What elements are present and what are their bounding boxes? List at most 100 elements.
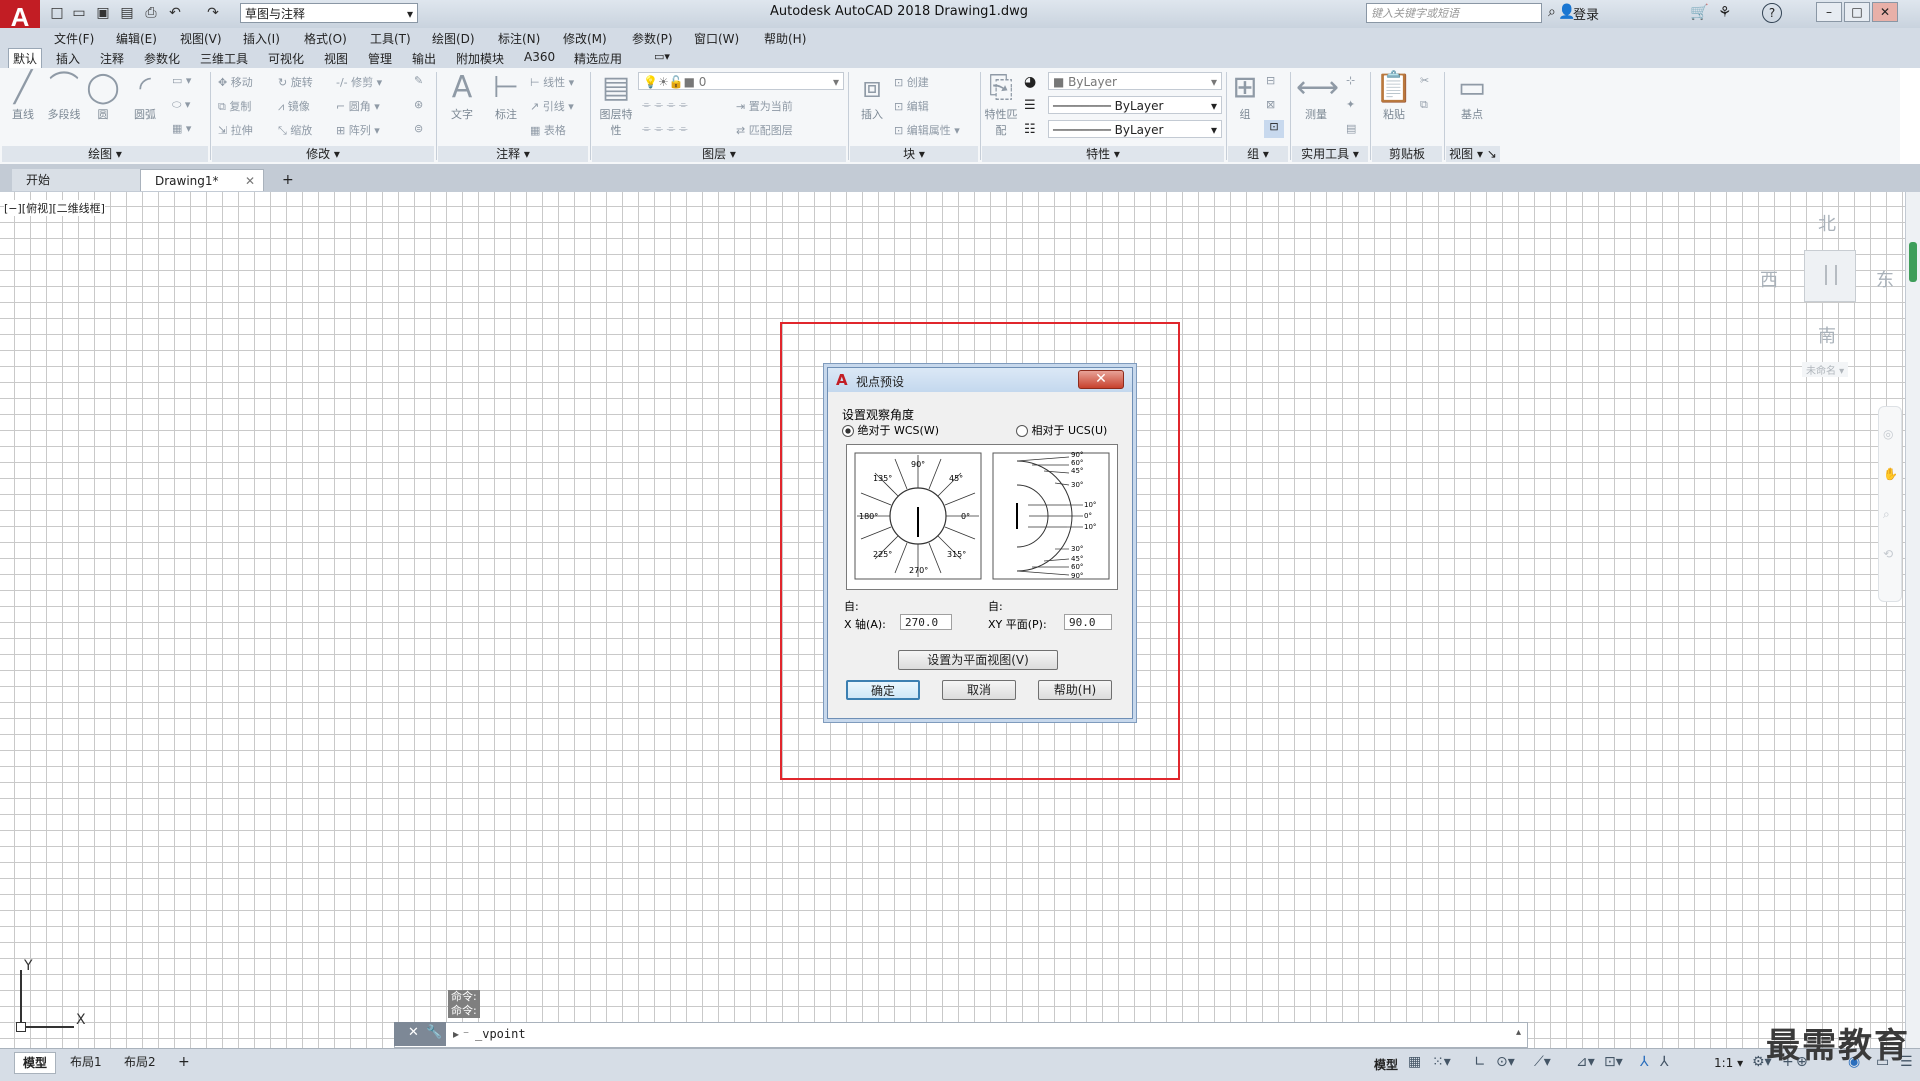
tab-output[interactable]: 输出 — [408, 50, 440, 67]
tab-drawing1[interactable]: Drawing1* ✕ — [140, 169, 264, 191]
ungroup-icon[interactable]: ⊟ — [1266, 74, 1275, 87]
steering-wheel-icon[interactable]: ◎ — [1883, 427, 1893, 441]
lineweight-dropdown[interactable]: ──────── ByLayer ▾ — [1048, 120, 1222, 138]
tab-model[interactable]: 模型 — [14, 1052, 57, 1074]
model-space-button[interactable]: 模型 — [1374, 1056, 1398, 1073]
layer-dropdown[interactable]: 💡☀🔓■ 0 ▾ — [638, 72, 844, 90]
new-file-icon[interactable]: □ — [48, 4, 66, 22]
annotation-visibility-icon[interactable]: ⅄ — [1640, 1054, 1649, 1070]
view-angle-picker[interactable]: 90° 45° 0° 315° 270° 225° 180° 135° 90° … — [846, 444, 1118, 590]
orbit-icon[interactable]: ⟲ — [1883, 547, 1893, 561]
tab-visualize[interactable]: 可视化 — [264, 50, 308, 67]
maximize-icon[interactable]: □ — [1844, 2, 1870, 22]
tab-featured-apps[interactable]: 精选应用 — [570, 50, 626, 67]
viewcube-south[interactable]: 南 — [1818, 322, 1836, 348]
paste-button[interactable]: 📋 粘贴 — [1374, 70, 1414, 122]
calculator-icon[interactable]: ▤ — [1346, 122, 1356, 135]
dialog-title-bar[interactable]: A 视点预设 ✕ — [828, 368, 1132, 392]
radio-relative-ucs[interactable]: 相对于 UCS(U) — [1016, 422, 1107, 438]
minimize-icon[interactable]: – — [1816, 2, 1842, 22]
clipboard-panel-label[interactable]: 剪贴板 — [1372, 146, 1442, 162]
group-button[interactable]: ⊞ 组 — [1230, 70, 1260, 122]
set-current-button[interactable]: ⇥ 置为当前 — [736, 98, 793, 114]
copy-button[interactable]: ⧉ 复制 — [218, 98, 251, 114]
lineweight-icon[interactable]: ☰ — [1024, 98, 1036, 113]
tab-layout1[interactable]: 布局1 — [62, 1052, 110, 1072]
tab-layout2[interactable]: 布局2 — [116, 1052, 164, 1072]
menu-tools[interactable]: 工具(T) — [370, 30, 411, 47]
cancel-button[interactable]: 取消 — [942, 680, 1016, 700]
tab-parametric[interactable]: 参数化 — [140, 50, 184, 67]
menu-parametric[interactable]: 参数(P) — [632, 30, 673, 47]
measure-button[interactable]: ⟷ 测量 — [1296, 70, 1339, 122]
grid-icon[interactable]: ▦ — [1408, 1054, 1421, 1070]
linear-dim-button[interactable]: ⊢ 线性 ▾ — [530, 74, 574, 90]
polar-icon[interactable]: ⊙▾ — [1496, 1054, 1515, 1070]
command-input[interactable]: _vpoint — [475, 1027, 526, 1041]
point-icon[interactable]: ✦ — [1346, 98, 1355, 111]
auto-scale-icon[interactable]: ⅄ — [1660, 1054, 1669, 1070]
create-block-button[interactable]: ⊡ 创建 — [894, 74, 929, 90]
menu-view[interactable]: 视图(V) — [180, 30, 222, 47]
match-properties-button[interactable]: ⎘ 特性匹配 — [984, 70, 1018, 138]
annotation-scale[interactable]: 1:1 ▾ — [1714, 1056, 1743, 1070]
radio-absolute-wcs[interactable]: 绝对于 WCS(W) — [842, 422, 939, 438]
tab-addins[interactable]: 附加模块 — [452, 50, 508, 67]
close-command-icon[interactable]: ✕ — [408, 1025, 419, 1040]
a360-icon[interactable]: ⚘ — [1718, 3, 1731, 21]
save-as-icon[interactable]: ▤ — [118, 4, 136, 22]
explode-icon[interactable]: ⊛ — [414, 98, 423, 111]
linetype-icon[interactable]: ☷ — [1024, 122, 1036, 137]
color-dropdown[interactable]: ■ ByLayer ▾ — [1048, 72, 1222, 90]
edit-block-button[interactable]: ⊡ 编辑 — [894, 98, 929, 114]
copy-clip-icon[interactable]: ⧉ — [1420, 98, 1428, 112]
x-axis-input[interactable]: 270.0 — [900, 614, 952, 630]
group-select-icon[interactable]: ⊡ — [1264, 120, 1284, 138]
tab-view[interactable]: 视图 — [320, 50, 352, 67]
viewport-controls[interactable]: [−][俯视][二维线框] — [4, 200, 105, 216]
menu-insert[interactable]: 插入(I) — [243, 30, 280, 47]
menu-dimension[interactable]: 标注(N) — [498, 30, 540, 47]
tab-3d-tools[interactable]: 三维工具 — [196, 50, 252, 67]
region-icon[interactable]: ▦ ▾ — [172, 122, 191, 135]
view-panel-label[interactable]: 视图 ▾ ↘ — [1446, 146, 1500, 162]
arc-button[interactable]: ◜ 圆弧 — [126, 70, 164, 122]
scale-button[interactable]: ⤡ 缩放 — [278, 122, 312, 138]
color-wheel-icon[interactable]: ◕ — [1024, 74, 1036, 90]
command-line[interactable]: ▸ ⁻ _vpoint ▴ — [394, 1022, 1528, 1048]
insert-block-button[interactable]: ⧈ 插入 — [852, 70, 892, 122]
snap-tracking-icon[interactable]: ⊡▾ — [1604, 1054, 1623, 1070]
rotate-button[interactable]: ↻ 旋转 — [278, 74, 313, 90]
move-button[interactable]: ✥ 移动 — [218, 74, 253, 90]
match-layer-button[interactable]: ⇄ 匹配图层 — [736, 122, 793, 138]
save-icon[interactable]: ▣ — [94, 4, 112, 22]
dimension-button[interactable]: ⊢ 标注 — [486, 70, 526, 122]
layer-tools-icons[interactable]: ⌯ ⌯ ⌯ ⌯ — [642, 98, 688, 112]
groups-panel-label[interactable]: 组 ▾ — [1228, 146, 1288, 162]
utilities-panel-label[interactable]: 实用工具 ▾ — [1292, 146, 1368, 162]
offset-icon[interactable]: ⊜ — [414, 122, 423, 135]
new-tab-button[interactable]: + — [276, 169, 298, 191]
mirror-button[interactable]: ⩘ 镜像 — [278, 98, 310, 114]
object-snap-icon[interactable]: ⊿▾ — [1576, 1054, 1595, 1070]
menu-edit[interactable]: 编辑(E) — [116, 30, 157, 47]
add-layout-button[interactable]: + — [170, 1052, 198, 1072]
customize-icon[interactable]: 🔧 — [426, 1025, 442, 1040]
table-button[interactable]: ▦ 表格 — [530, 122, 566, 138]
block-panel-label[interactable]: 块 ▾ — [850, 146, 978, 162]
polyline-button[interactable]: ⌒ 多段线 — [44, 70, 84, 122]
set-plan-view-button[interactable]: 设置为平面视图(V) — [898, 650, 1058, 670]
properties-panel-label[interactable]: 特性 ▾ — [982, 146, 1224, 162]
layer-tools-icons-2[interactable]: ⌯ ⌯ ⌯ ⌯ — [642, 122, 688, 136]
binoculars-icon[interactable]: ⌕ — [1548, 4, 1556, 20]
tab-start[interactable]: 开始 — [12, 169, 142, 191]
text-button[interactable]: A 文字 — [442, 70, 482, 122]
workspace-dropdown[interactable]: 草图与注释 ▾ — [240, 3, 418, 23]
viewcube-face[interactable] — [1804, 250, 1856, 302]
viewcube-west[interactable]: 西 — [1760, 266, 1778, 292]
stretch-button[interactable]: ⇲ 拉伸 — [218, 122, 253, 138]
viewcube-north[interactable]: 北 — [1818, 210, 1836, 236]
menu-help[interactable]: 帮助(H) — [764, 30, 806, 47]
viewcube-east[interactable]: 东 — [1876, 266, 1894, 292]
ok-button[interactable]: 确定 — [846, 680, 920, 700]
